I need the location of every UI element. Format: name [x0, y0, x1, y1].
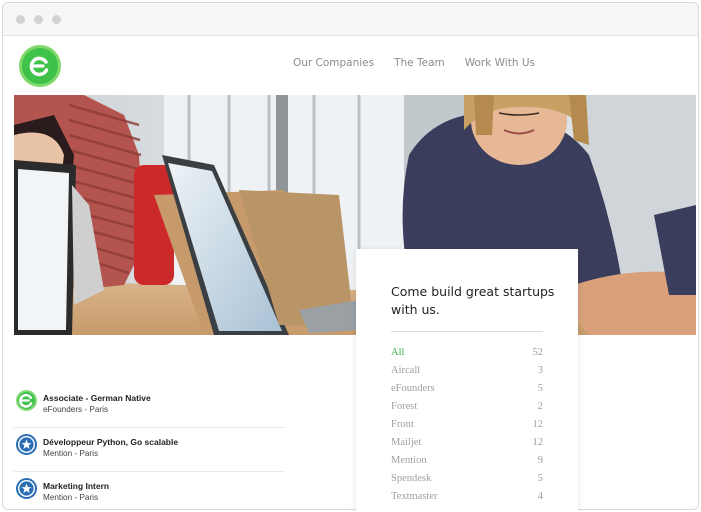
filter-spendesk[interactable]: Spendesk 5	[391, 473, 543, 491]
filter-forest[interactable]: Forest 2	[391, 401, 543, 419]
filter-count: 12	[532, 437, 544, 448]
filter-all[interactable]: All 52	[391, 347, 543, 365]
filter-count: 5	[537, 383, 543, 394]
efounders-logo-icon	[29, 56, 49, 77]
efounders-logo[interactable]	[19, 45, 61, 87]
job-item[interactable]: Associate - German Native eFounders - Pa…	[14, 384, 284, 428]
filter-efounders[interactable]: eFounders 5	[391, 383, 543, 401]
filter-label: Textmaster	[391, 491, 438, 502]
filter-count: 52	[532, 347, 544, 358]
filter-aircall[interactable]: Aircall 3	[391, 365, 543, 383]
filter-count: 5	[537, 473, 543, 484]
window-minimize-dot[interactable]	[34, 15, 43, 24]
job-item[interactable]: Marketing Intern Mention - Paris	[14, 472, 284, 512]
company-filter-list: All 52 Aircall 3 eFounders 5 Forest 2 Front 1…	[391, 347, 543, 509]
filter-mention[interactable]: Mention 9	[391, 455, 543, 473]
mention-star-icon	[16, 434, 37, 455]
filter-count: 4	[537, 491, 543, 502]
nav-our-companies[interactable]: Our Companies	[293, 57, 374, 69]
hero-photo	[14, 95, 696, 335]
efounders-logo-icon	[16, 390, 37, 411]
card-divider	[391, 331, 543, 332]
job-title[interactable]: Associate - German Native	[43, 393, 151, 403]
filter-front[interactable]: Front 12	[391, 419, 543, 437]
job-company-location: eFounders - Paris	[43, 405, 109, 414]
filter-label: eFounders	[391, 383, 435, 394]
window-zoom-dot[interactable]	[52, 15, 61, 24]
site-header: Our Companies The Team Work With Us	[3, 37, 698, 97]
nav-work-with-us[interactable]: Work With Us	[465, 57, 535, 69]
filter-label: Aircall	[391, 365, 421, 376]
job-list: Associate - German Native eFounders - Pa…	[14, 384, 284, 512]
window-close-dot[interactable]	[16, 15, 25, 24]
filter-textmaster[interactable]: Textmaster 4	[391, 491, 543, 509]
star-icon	[19, 481, 34, 496]
job-company-location: Mention - Paris	[43, 449, 99, 458]
filter-count: 9	[537, 455, 543, 466]
main-nav: Our Companies The Team Work With Us	[273, 57, 698, 69]
filter-label: Mention	[391, 455, 427, 466]
filter-count: 3	[537, 365, 543, 376]
hero-photo-illustration	[14, 95, 696, 335]
filter-mailjet[interactable]: Mailjet 12	[391, 437, 543, 455]
filter-count: 12	[532, 419, 544, 430]
star-icon	[19, 437, 34, 452]
job-title[interactable]: Développeur Python, Go scalable	[43, 437, 178, 447]
filter-count: 2	[537, 401, 543, 412]
job-title[interactable]: Marketing Intern	[43, 481, 109, 491]
efounders-e-icon	[19, 393, 33, 408]
filter-label: Forest	[391, 401, 418, 412]
company-filter-card: Come build great startups with us. All 52…	[356, 249, 578, 512]
window-titlebar	[3, 3, 698, 36]
mention-star-icon	[16, 478, 37, 499]
job-item[interactable]: Développeur Python, Go scalable Mention …	[14, 428, 284, 472]
filter-label: All	[391, 347, 405, 358]
nav-the-team[interactable]: The Team	[394, 57, 445, 69]
card-heading: Come build great startups with us.	[391, 284, 555, 317]
filter-label: Spendesk	[391, 473, 432, 484]
job-company-location: Mention - Paris	[43, 493, 99, 502]
filter-label: Front	[391, 419, 414, 430]
filter-label: Mailjet	[391, 437, 422, 448]
